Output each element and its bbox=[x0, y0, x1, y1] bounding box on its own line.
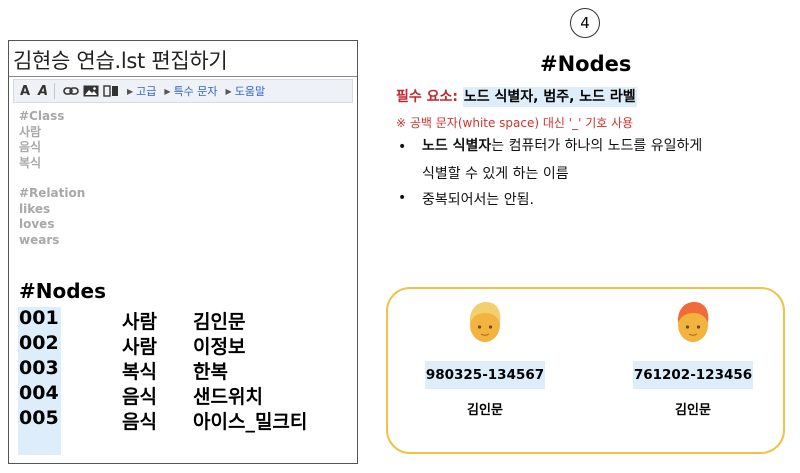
node-category: 음식 bbox=[122, 386, 157, 408]
node-label: 이정보 bbox=[193, 336, 246, 358]
relation-section: #Relation likes loves wears bbox=[19, 186, 351, 248]
bold-button[interactable]: A bbox=[18, 81, 32, 101]
node-label: 한복 bbox=[193, 361, 228, 383]
node-category: 사람 bbox=[122, 336, 157, 358]
title-divider bbox=[9, 76, 357, 77]
editor-title: 김현승 연습.lst 편집하기 bbox=[13, 49, 228, 73]
bullet-text-line2: 식별할 수 있게 하는 이름 bbox=[422, 166, 569, 182]
node-id: 001 bbox=[19, 307, 59, 329]
bullet-dot-icon: • bbox=[398, 190, 407, 206]
triangle-right-icon: ▶ bbox=[127, 86, 134, 96]
node-id-highlight bbox=[18, 307, 61, 455]
relation-line: likes bbox=[19, 201, 51, 216]
menu-special-chars[interactable]: ▶ 특수 문자 bbox=[164, 83, 217, 99]
editor-window: 김현승 연습.lst 편집하기 A A ▶ 고급 ▶ 특수 문자 ▶ 도움말 #Cla… bbox=[8, 40, 358, 464]
node-id: 003 bbox=[19, 357, 59, 379]
bullet-bold-term: 노드 식별자 bbox=[422, 138, 492, 154]
menu-help[interactable]: ▶ 도움말 bbox=[226, 83, 266, 99]
section-title: #Nodes bbox=[540, 52, 632, 76]
italic-button[interactable]: A bbox=[36, 81, 50, 101]
required-label: 필수 요소: bbox=[396, 89, 458, 105]
class-line: 복식 bbox=[19, 155, 42, 170]
relation-line: loves bbox=[19, 217, 55, 231]
class-section: #Class 사람 음식 복식 bbox=[19, 109, 351, 171]
triangle-right-icon: ▶ bbox=[225, 86, 232, 96]
node-category: 사람 bbox=[122, 311, 157, 333]
person-id: 980325-134567 bbox=[425, 361, 545, 389]
nodes-heading: #Nodes bbox=[19, 279, 107, 303]
node-id: 004 bbox=[19, 382, 59, 404]
required-elements: 필수 요소: 노드 식별자, 범주, 노드 라벨 bbox=[396, 86, 637, 107]
class-line: 사람 bbox=[19, 124, 42, 139]
menu-help-label: 도움말 bbox=[234, 85, 266, 98]
whitespace-note: ※ 공백 문자(white space) 대신 '_' 기호 사용 bbox=[396, 116, 634, 130]
class-line: #Class bbox=[19, 109, 65, 123]
editor-textarea[interactable]: #Class 사람 음식 복식 #Relation likes loves we… bbox=[19, 109, 351, 248]
menu-advanced-label: 고급 bbox=[136, 85, 157, 98]
menu-advanced[interactable]: ▶ 고급 bbox=[127, 83, 156, 99]
step-number-badge: 4 bbox=[570, 8, 600, 38]
person-id: 761202-123456 bbox=[633, 361, 753, 389]
person-avatar-icon bbox=[673, 299, 713, 345]
node-label: 아이스_밀크티 bbox=[193, 411, 308, 433]
relation-line: #Relation bbox=[19, 186, 86, 200]
bullet-text: 노드 식별자는 컴퓨터가 하나의 노드를 유일하게 식별할 수 있게 하는 이름 bbox=[422, 132, 702, 188]
bullet-dot-icon: • bbox=[398, 139, 407, 155]
link-icon[interactable] bbox=[63, 81, 79, 101]
person-avatar-icon bbox=[465, 299, 505, 345]
person-example: 761202-123456 김인문 bbox=[628, 299, 758, 418]
node-id: 002 bbox=[19, 332, 59, 354]
node-category: 음식 bbox=[122, 411, 157, 433]
node-label: 샌드위치 bbox=[193, 386, 263, 408]
triangle-right-icon: ▶ bbox=[164, 86, 171, 96]
required-items: 노드 식별자, 범주, 노드 라벨 bbox=[462, 87, 637, 107]
image-icon[interactable] bbox=[83, 81, 99, 101]
menu-special-chars-label: 특수 문자 bbox=[173, 85, 218, 98]
editor-toolbar: A A ▶ 고급 ▶ 특수 문자 ▶ 도움말 bbox=[13, 79, 353, 103]
person-example: 980325-134567 김인문 bbox=[420, 299, 550, 418]
relation-line: wears bbox=[19, 232, 60, 247]
node-id: 005 bbox=[19, 407, 59, 429]
person-name: 김인문 bbox=[467, 403, 503, 418]
example-card: 980325-134567 김인문 761202-123456 김인문 bbox=[386, 287, 785, 454]
bullet-text-rest: 는 컴퓨터가 하나의 노드를 유일하게 bbox=[491, 138, 703, 154]
person-name: 김인문 bbox=[675, 403, 711, 418]
toolbar-divider bbox=[54, 83, 55, 99]
class-line: 음식 bbox=[19, 140, 42, 154]
node-label: 김인문 bbox=[193, 311, 246, 333]
reference-icon[interactable] bbox=[103, 81, 119, 101]
node-category: 복식 bbox=[122, 361, 157, 383]
bullet-text: 중복되어서는 안됨. bbox=[422, 192, 534, 208]
